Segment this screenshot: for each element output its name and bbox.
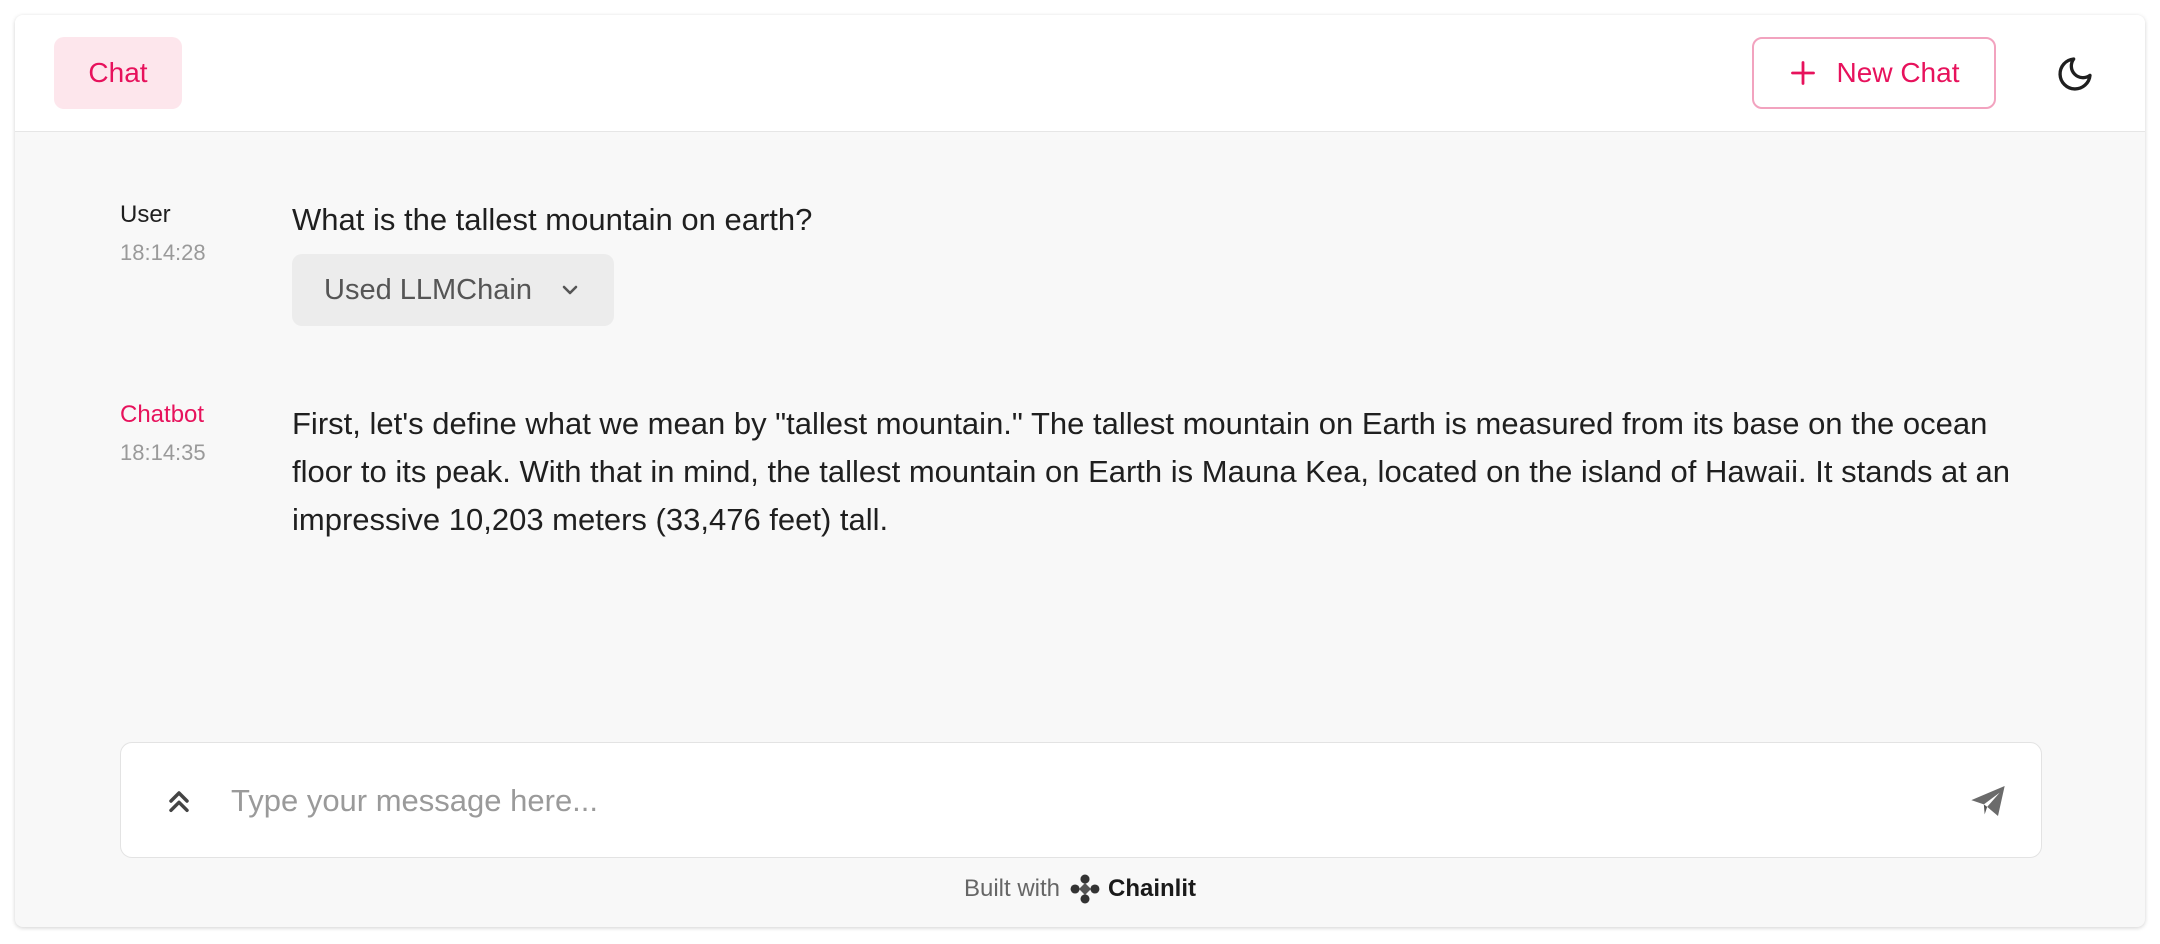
moon-icon	[2058, 57, 2092, 91]
new-chat-label: New Chat	[1836, 57, 1960, 88]
chat-app: Chat New Chat User 18:14:28 What is the …	[15, 15, 2145, 927]
expand-button[interactable]	[159, 781, 199, 821]
message-input[interactable]	[231, 773, 1931, 829]
step-toggle-button[interactable]: Used LLMChain	[292, 254, 614, 326]
message-text: First, let's define what we mean by "tal…	[292, 406, 2011, 537]
message-text: What is the tallest mountain on earth?	[292, 202, 813, 237]
chainlit-brand-link[interactable]: Chainlit	[1068, 872, 1196, 906]
message-author: Chatbot	[120, 401, 205, 428]
send-button[interactable]	[1966, 779, 2010, 823]
footer: Built with Chainlit	[15, 872, 2145, 906]
message-meta: User 18:14:28	[120, 200, 260, 268]
message-composer	[120, 742, 2042, 858]
plus-icon	[1790, 61, 1815, 85]
message-time: 18:14:28	[120, 240, 206, 265]
theme-toggle-button[interactable]	[2046, 45, 2104, 103]
tab-chat[interactable]: Chat	[54, 37, 182, 109]
chainlit-logo-icon	[1070, 874, 1100, 904]
message-content: What is the tallest mountain on earth? U…	[292, 200, 2032, 326]
step-label: Used LLMChain	[324, 274, 532, 306]
message-content: First, let's define what we mean by "tal…	[292, 400, 2032, 544]
send-icon	[1971, 786, 2005, 816]
header: Chat New Chat	[15, 15, 2145, 132]
brand-name: Chainlit	[1108, 875, 1197, 902]
new-chat-button[interactable]: New Chat	[1752, 37, 1996, 109]
message-meta: Chatbot 18:14:35	[120, 400, 260, 468]
chevrons-up-icon	[169, 791, 189, 813]
message-author: User	[120, 201, 171, 228]
built-with-text: Built with	[963, 875, 1061, 902]
message-time: 18:14:35	[120, 440, 206, 465]
chevron-down-icon	[562, 285, 578, 295]
